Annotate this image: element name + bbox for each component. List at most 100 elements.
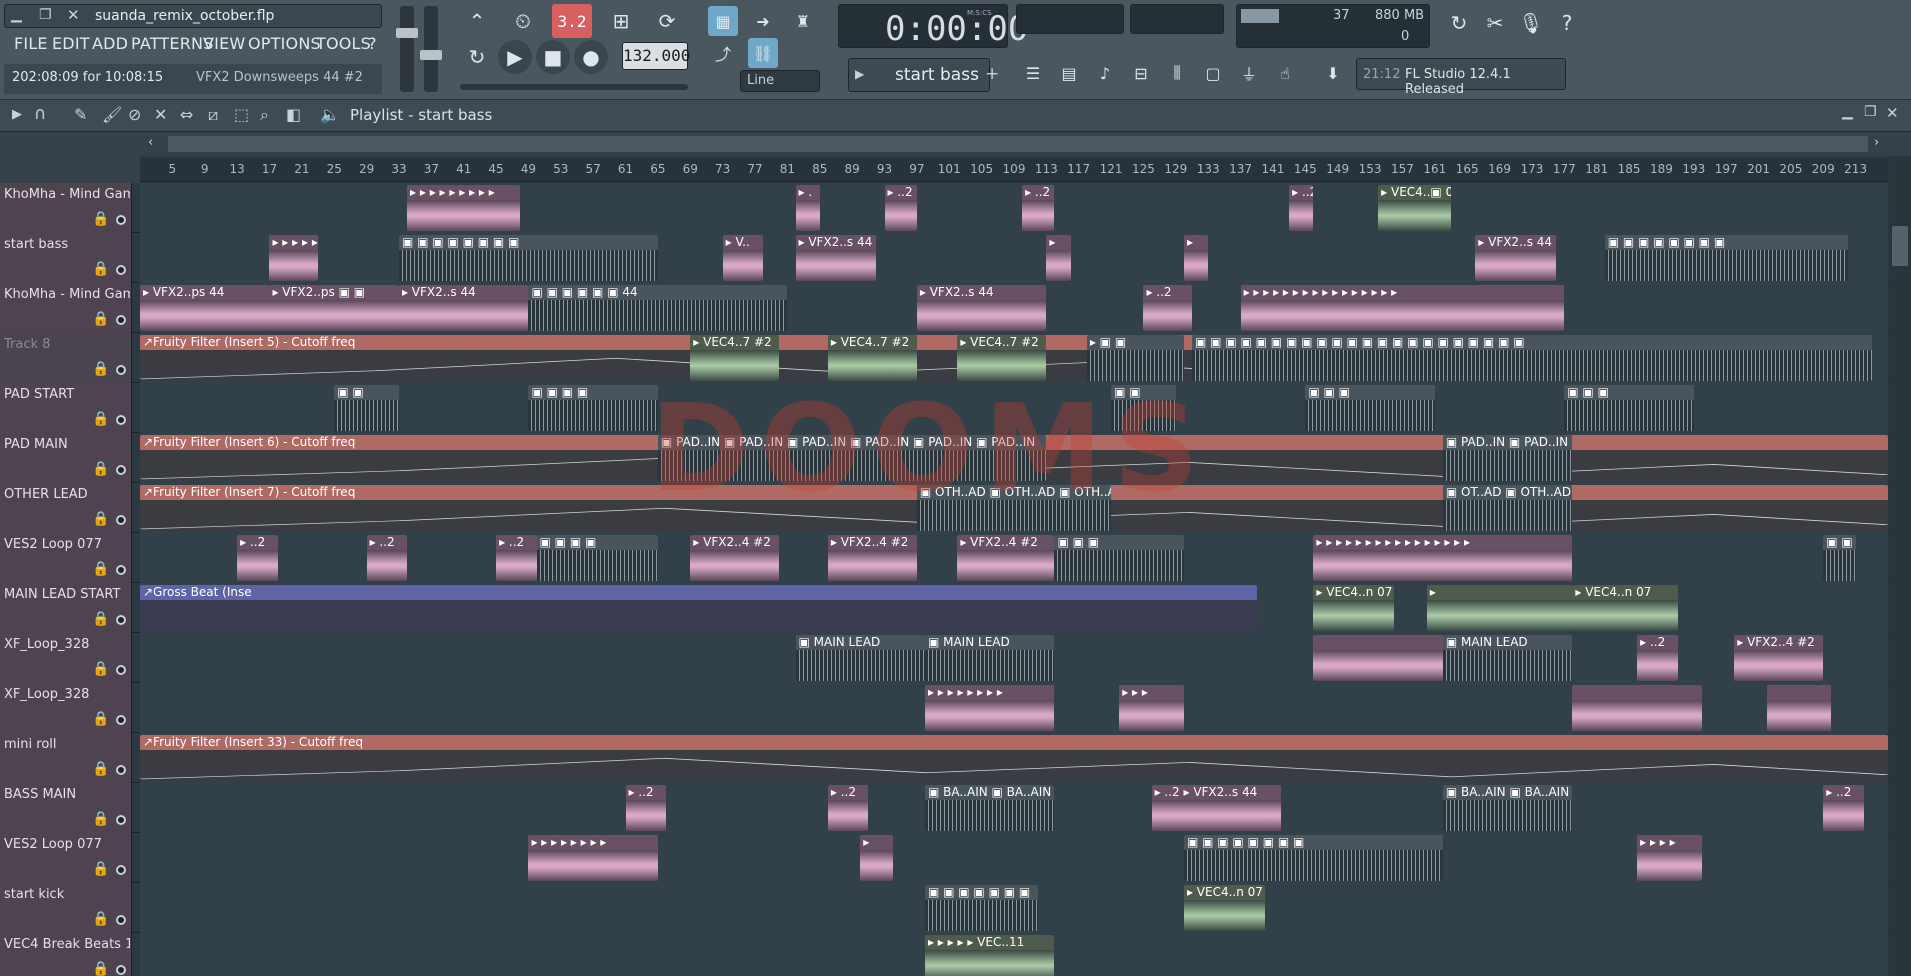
pattern-song-toggle-icon[interactable]: ↻ — [460, 40, 494, 74]
record-mode-icon[interactable]: ⏲ — [506, 4, 540, 38]
refresh-icon[interactable]: ↻ — [1442, 6, 1476, 40]
audio-clip[interactable]: ▸ VFX2..s 44 — [795, 235, 877, 281]
audio-clip[interactable]: ▸ VFX2..4 #2 — [1734, 635, 1824, 681]
track-mute-toggle[interactable] — [116, 415, 126, 425]
audio-clip[interactable]: ▸ VEC4..7 #2 — [690, 335, 780, 381]
audio-clip[interactable]: ▸ VEC4..n 07 — [1572, 585, 1678, 631]
microphone-icon[interactable]: 🎙 — [1514, 6, 1548, 40]
track-lane[interactable]: ▸ VFX2..ps 44 ▸ VFX2..ps ▣ ▣ ▸ VFX2..s 44 ▣… — [140, 283, 1888, 333]
pattern-clip[interactable]: ▣ OTH..AD ▣ OTH..AD ▣ OTH..AD — [916, 485, 1112, 531]
track-lane[interactable]: ▸ ▸ ▸ ▸ ▸ VEC..11 — [140, 933, 1888, 976]
audio-clip[interactable]: ▸ — [1426, 585, 1573, 631]
audio-clip[interactable]: ▸ VFX2..ps 44 — [140, 285, 270, 331]
track-header[interactable]: PAD START 🔒 — [0, 383, 132, 433]
track-mute-toggle[interactable] — [116, 965, 126, 975]
pattern-clip[interactable]: ▣ ▣ — [1111, 385, 1176, 431]
pattern-clip[interactable]: ▣ ▣ ▣ — [1054, 535, 1184, 581]
track-lane[interactable]: ↗Fruity Filter (Insert 7) - Cutoff freq ▣… — [140, 483, 1888, 533]
audio-clip[interactable]: ▸ VFX2..4 #2 — [690, 535, 780, 581]
scissors-icon[interactable]: ✂ — [1478, 6, 1512, 40]
pattern-clip[interactable]: ▣ ▣ ▣ — [1564, 385, 1694, 431]
arrow-right-icon[interactable]: ➜ — [748, 6, 778, 36]
track-mute-toggle[interactable] — [116, 715, 126, 725]
audio-clip[interactable]: ▸ ..2 — [1143, 285, 1193, 331]
track-mute-toggle[interactable] — [116, 765, 126, 775]
audio-clip[interactable]: ▸ ▸ ▸ ▸ ▸ ▸ ▸ ▸ ▸ — [407, 185, 521, 231]
loop-record-icon[interactable]: ⟳ — [650, 4, 684, 38]
magnet-icon[interactable]: ∩ — [34, 104, 46, 124]
master-pitch-slider[interactable] — [420, 6, 442, 92]
lock-icon[interactable]: 🔒 — [92, 861, 109, 877]
playlist-window-icon[interactable]: ☰ — [1018, 58, 1048, 88]
track-header[interactable]: VES2 Loop 077 🔒 — [0, 833, 132, 883]
track-lane[interactable]: ▸ ▸ ▸ ▸ ▸ ▸ ▸ ▸ ▸ ▸ ▸ — [140, 683, 1888, 733]
pattern-clip[interactable]: ▣ ▣ ▣ ▣ — [536, 535, 658, 581]
audio-clip[interactable]: ▸ ..2 — [496, 535, 537, 581]
pattern-clip[interactable]: ▣ ▣ ▣ ▣ — [528, 385, 658, 431]
typing-keyboard-icon[interactable]: ⊞ — [604, 4, 638, 38]
track-lane[interactable]: ↗Gross Beat (Inse ▸ VEC4..n 07 ▸ ▸ VEC4..n … — [140, 583, 1888, 633]
pattern-selector[interactable]: ▶ start bass + — [848, 58, 999, 92]
link-icon[interactable]: ⛓ — [748, 38, 778, 68]
track-lane[interactable]: ▣ ▣ ▣ ▣ ▣ ▣ ▣ ▸ VEC4..n 07 — [140, 883, 1888, 933]
pattern-clip[interactable]: ▣ BA..AIN ▣ BA..AIN — [924, 785, 1055, 831]
close-icon[interactable]: ✕ — [67, 6, 80, 24]
lock-icon[interactable]: 🔒 — [92, 711, 109, 727]
window-maximize-icon[interactable]: ❐ — [1864, 104, 1877, 120]
lock-icon[interactable]: 🔒 — [92, 311, 109, 327]
track-mute-toggle[interactable] — [116, 215, 126, 225]
audio-clip[interactable]: ▸ ..2 — [237, 535, 278, 581]
audio-clip[interactable]: ▸ ▸ ▸ ▸ ▸ ▸ ▸ ▸ — [528, 835, 658, 881]
pattern-clip[interactable]: ▣ ▣ — [334, 385, 399, 431]
track-header[interactable]: VES2 Loop 077 🔒 — [0, 533, 132, 583]
audio-clip[interactable]: ▸ VEC4..7 #2 — [827, 335, 917, 381]
audio-clip[interactable]: ▸ ▸ ▸ — [1119, 685, 1184, 731]
lock-icon[interactable]: 🔒 — [92, 811, 109, 827]
audio-clip[interactable] — [1572, 685, 1702, 731]
lock-icon[interactable]: 🔒 — [92, 561, 109, 577]
track-header[interactable]: KhoMha - Mind Gam.. 🔒 — [0, 183, 132, 233]
vertical-scrollbar[interactable] — [1889, 156, 1911, 976]
playlist-menu-arrow-icon[interactable]: ▶ — [12, 107, 22, 122]
audio-clip[interactable]: ▸ ▸ ▸ ▸ ▸ ▸ ▸ ▸ ▸ ▸ ▸ ▸ ▸ ▸ ▸ ▸ — [1240, 285, 1565, 331]
snap-select[interactable]: Line — [740, 70, 820, 92]
track-header[interactable]: XF_Loop_328 🔒 — [0, 683, 132, 733]
track-mute-toggle[interactable] — [116, 265, 126, 275]
track-header[interactable]: XF_Loop_328 🔒 — [0, 633, 132, 683]
channel-rack-icon[interactable]: ▤ — [1054, 58, 1084, 88]
track-mute-toggle[interactable] — [116, 815, 126, 825]
track-mute-toggle[interactable] — [116, 365, 126, 375]
paint-icon[interactable]: 🖌 — [102, 105, 122, 124]
audio-clip[interactable]: ▸ — [1046, 235, 1071, 281]
pattern-clip[interactable]: ▣ ▣ ▣ ▣ ▣ ▣ 44 — [528, 285, 788, 331]
stamp-icon[interactable]: ♜ — [788, 6, 818, 36]
track-lane[interactable]: ▣ ▣ ▣ ▣ ▣ ▣ ▣ ▣ ▣ ▣ ▣ ▣ ▣ ▣ — [140, 383, 1888, 433]
menu-options[interactable]: OPTIONS — [248, 34, 321, 53]
track-mute-toggle[interactable] — [116, 615, 126, 625]
track-header[interactable]: start kick 🔒 — [0, 883, 132, 933]
audio-clip[interactable]: ▸ VFX2..4 #2 — [827, 535, 917, 581]
audio-clip[interactable]: ▸ V.. — [722, 235, 764, 281]
audio-clip[interactable] — [1313, 635, 1443, 681]
pattern-clip[interactable]: ▣ MAIN LEAD — [795, 635, 925, 681]
track-header[interactable]: VEC4 Break Beats 11 🔒 — [0, 933, 132, 976]
zoom-icon[interactable]: ⌕ — [260, 105, 269, 125]
lock-icon[interactable]: 🔒 — [92, 411, 109, 427]
track-lane[interactable]: ↗Fruity Filter (Insert 6) - Cutoff freq ▣… — [140, 433, 1888, 483]
menu-tools[interactable]: TOOLS — [316, 34, 371, 53]
track-lane[interactable]: ▸ ▸ ▸ ▸ ▸ ▸ ▸ ▣ ▣ ▣ ▣ ▣ ▣ ▣ ▣ ▸ V.. ▸ VFX2.… — [140, 233, 1888, 283]
pattern-clip[interactable]: ▣ PAD..IN ▣ PAD..IN ▣ PAD..IN ▣ PAD..IN … — [657, 435, 1047, 481]
automation-clip[interactable]: ↗Fruity Filter (Insert 33) - Cutoff freq — [140, 735, 1888, 781]
audio-clip[interactable]: ▸ VFX2..4 #2 — [957, 535, 1055, 581]
piano-roll-snap-icon[interactable]: ▦ — [708, 6, 738, 36]
menu-add[interactable]: ADD — [92, 34, 128, 53]
help-icon[interactable]: ? — [1550, 6, 1584, 40]
lock-icon[interactable]: 🔒 — [92, 211, 109, 227]
lock-icon[interactable]: 🔒 — [92, 661, 109, 677]
pattern-clip[interactable]: ▸ ▣ ▣ — [1086, 335, 1184, 381]
audio-clip[interactable]: ▸ VEC4..n 07 — [1183, 885, 1265, 931]
audio-clip[interactable]: ▸ ..2 — [625, 785, 666, 831]
stop-button[interactable]: ■ — [536, 40, 570, 74]
track-mute-toggle[interactable] — [116, 315, 126, 325]
step-display[interactable]: 3.2 — [552, 4, 592, 38]
